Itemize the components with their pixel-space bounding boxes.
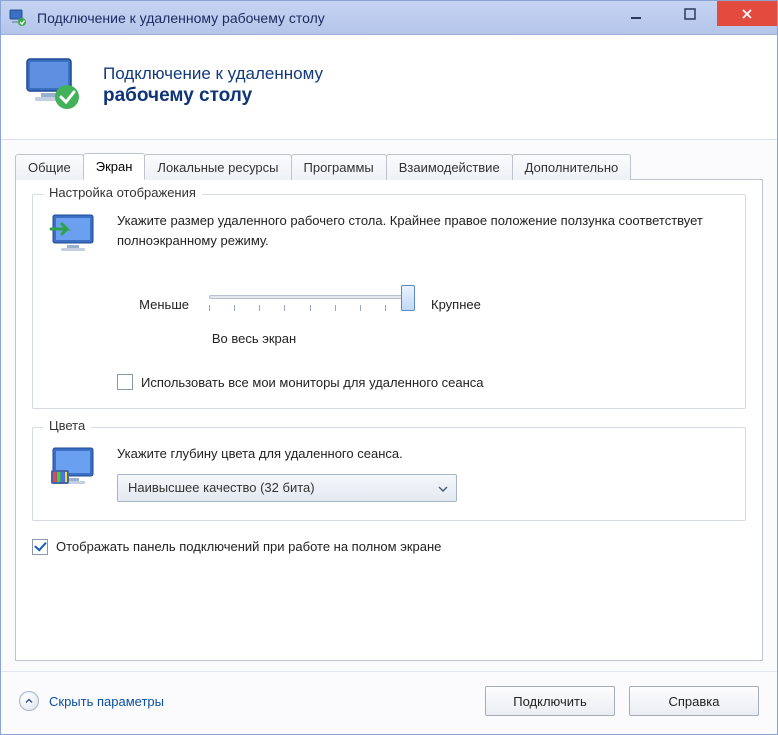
show-connection-bar-row[interactable]: Отображать панель подключений при работе… xyxy=(32,539,746,555)
use-all-monitors-label: Использовать все мои мониторы для удален… xyxy=(141,375,484,390)
show-connection-bar-checkbox[interactable] xyxy=(32,539,48,555)
display-group-legend: Настройка отображения xyxy=(43,185,202,200)
display-size-slider-row: Меньше Крупнее xyxy=(109,287,729,321)
colors-group-description: Укажите глубину цвета для удаленного сеа… xyxy=(117,444,729,464)
chevron-down-icon xyxy=(438,480,448,495)
rdp-header-icon xyxy=(21,53,85,117)
toggle-options-button[interactable] xyxy=(19,691,39,711)
tab-programs[interactable]: Программы xyxy=(291,154,387,180)
color-depth-value: Наивысшее качество (32 бита) xyxy=(128,480,315,495)
tab-local-resources[interactable]: Локальные ресурсы xyxy=(144,154,291,180)
slider-value-caption: Во весь экран xyxy=(109,331,399,346)
slider-max-label: Крупнее xyxy=(431,297,511,312)
show-connection-bar-label: Отображать панель подключений при работе… xyxy=(56,539,441,554)
window-title: Подключение к удаленному рабочему столу xyxy=(37,10,325,26)
close-button[interactable] xyxy=(717,1,777,26)
header-panel: Подключение к удаленному рабочему столу xyxy=(1,35,777,140)
display-size-slider[interactable] xyxy=(205,287,415,321)
dialog-footer: Скрыть параметры Подключить Справка xyxy=(1,671,777,734)
header-line1: Подключение к удаленному xyxy=(103,63,323,84)
tab-experience[interactable]: Взаимодействие xyxy=(386,154,513,180)
use-all-monitors-checkbox[interactable] xyxy=(117,374,133,390)
header-title: Подключение к удаленному рабочему столу xyxy=(103,63,323,108)
color-depth-select[interactable]: Наивысшее качество (32 бита) xyxy=(117,474,457,502)
window-controls xyxy=(609,1,777,34)
app-icon xyxy=(9,9,27,27)
display-group-description: Укажите размер удаленного рабочего стола… xyxy=(117,211,729,259)
rdp-dialog: Подключение к удаленному рабочему столу xyxy=(0,0,778,735)
footer-left: Скрыть параметры xyxy=(19,691,164,711)
slider-thumb[interactable] xyxy=(401,285,415,311)
header-line2: рабочему столу xyxy=(103,84,323,108)
display-group-icon xyxy=(49,211,103,259)
maximize-button[interactable] xyxy=(663,1,717,26)
help-button[interactable]: Справка xyxy=(629,686,759,716)
connect-button[interactable]: Подключить xyxy=(485,686,615,716)
colors-group-legend: Цвета xyxy=(43,418,91,433)
minimize-button[interactable] xyxy=(609,1,663,26)
colors-group-icon xyxy=(49,444,103,492)
tab-panel-display: Настройка отображения Укажите размер уда… xyxy=(15,179,763,661)
tabstrip: Общие Экран Локальные ресурсы Программы … xyxy=(15,152,763,179)
colors-group: Цвета xyxy=(32,427,746,521)
tab-display[interactable]: Экран xyxy=(83,153,146,180)
footer-buttons: Подключить Справка xyxy=(485,686,759,716)
toggle-options-label[interactable]: Скрыть параметры xyxy=(49,694,164,709)
tab-general[interactable]: Общие xyxy=(15,154,84,180)
content-area: Общие Экран Локальные ресурсы Программы … xyxy=(1,140,777,671)
titlebar: Подключение к удаленному рабочему столу xyxy=(1,1,777,35)
use-all-monitors-row[interactable]: Использовать все мои мониторы для удален… xyxy=(117,374,729,390)
display-config-group: Настройка отображения Укажите размер уда… xyxy=(32,194,746,409)
tab-advanced[interactable]: Дополнительно xyxy=(512,154,632,180)
slider-min-label: Меньше xyxy=(109,297,189,312)
